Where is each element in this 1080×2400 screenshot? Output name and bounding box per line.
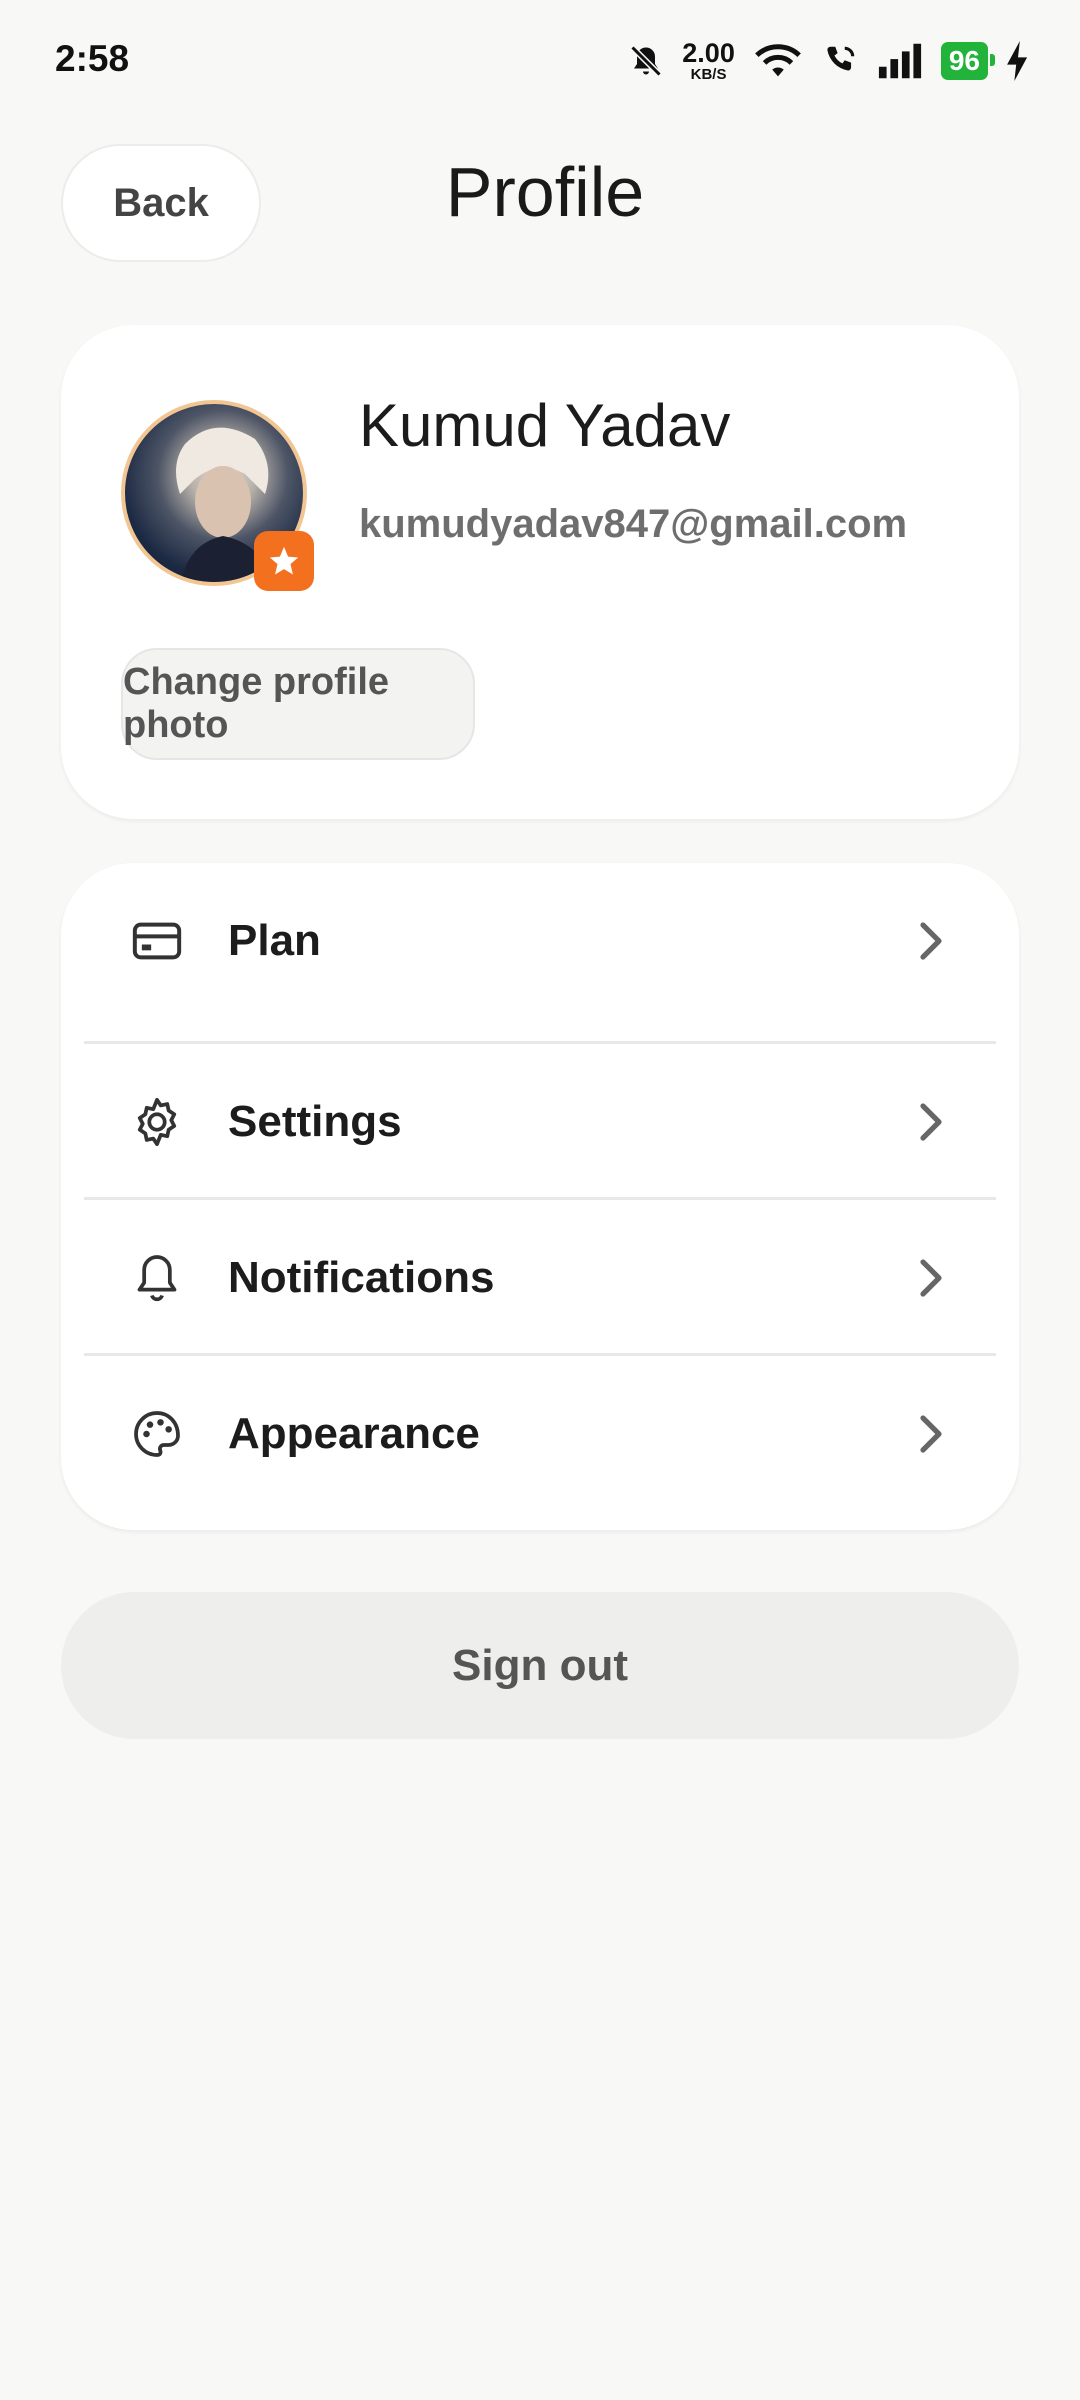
change-profile-photo-button[interactable]: Change profile photo bbox=[121, 648, 475, 760]
user-name: Kumud Yadav bbox=[359, 392, 731, 459]
wifi-icon bbox=[753, 41, 803, 81]
profile-card: Kumud Yadav kumudyadav847@gmail.com Chan… bbox=[61, 325, 1019, 819]
signal-icon bbox=[877, 41, 923, 81]
menu-item-plan[interactable]: Plan bbox=[61, 863, 1019, 1019]
network-speed-unit: KB/S bbox=[690, 66, 727, 83]
menu-item-notifications[interactable]: Notifications bbox=[61, 1200, 1019, 1356]
call-icon bbox=[821, 41, 859, 81]
status-icons: 2.00 KB/S 96 bbox=[628, 36, 1030, 86]
menu-item-label: Settings bbox=[228, 1097, 402, 1146]
chevron-right-icon bbox=[915, 1258, 949, 1298]
palette-icon bbox=[129, 1406, 185, 1462]
bell-icon bbox=[129, 1250, 185, 1306]
chevron-right-icon bbox=[915, 1414, 949, 1454]
user-email: kumudyadav847@gmail.com bbox=[359, 502, 908, 546]
charging-icon bbox=[1006, 41, 1030, 81]
network-speed: 2.00 KB/S bbox=[682, 38, 735, 83]
status-bar: 2:58 2.00 KB/S 96 bbox=[0, 0, 1080, 120]
menu-item-appearance[interactable]: Appearance bbox=[61, 1356, 1019, 1512]
menu-item-label: Notifications bbox=[228, 1253, 495, 1302]
network-speed-value: 2.00 bbox=[682, 38, 735, 68]
bell-muted-icon bbox=[628, 41, 664, 81]
menu-item-label: Plan bbox=[228, 916, 321, 965]
chevron-right-icon bbox=[915, 1102, 949, 1142]
star-badge-icon bbox=[254, 531, 314, 591]
chevron-right-icon bbox=[915, 921, 949, 961]
status-time: 2:58 bbox=[55, 38, 130, 79]
menu-item-settings[interactable]: Settings bbox=[61, 1044, 1019, 1200]
sign-out-button[interactable]: Sign out bbox=[61, 1592, 1019, 1739]
page-title: Profile bbox=[445, 153, 645, 231]
menu-item-label: Appearance bbox=[228, 1409, 480, 1458]
gear-icon bbox=[129, 1094, 185, 1150]
settings-menu: Plan Settings Notifications Appearance bbox=[61, 863, 1019, 1530]
credit-card-icon bbox=[129, 913, 185, 969]
battery-indicator: 96 bbox=[940, 42, 996, 80]
